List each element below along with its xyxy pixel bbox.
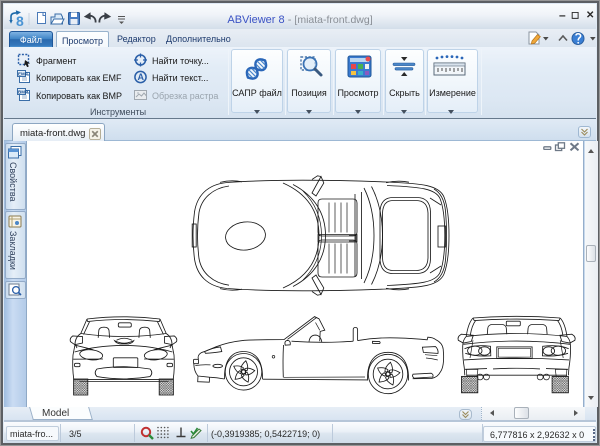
svg-text:8: 8 bbox=[16, 13, 24, 28]
svg-text:EMF: EMF bbox=[18, 71, 28, 76]
svg-text:BMP: BMP bbox=[18, 90, 28, 95]
svg-text:A: A bbox=[138, 72, 145, 82]
